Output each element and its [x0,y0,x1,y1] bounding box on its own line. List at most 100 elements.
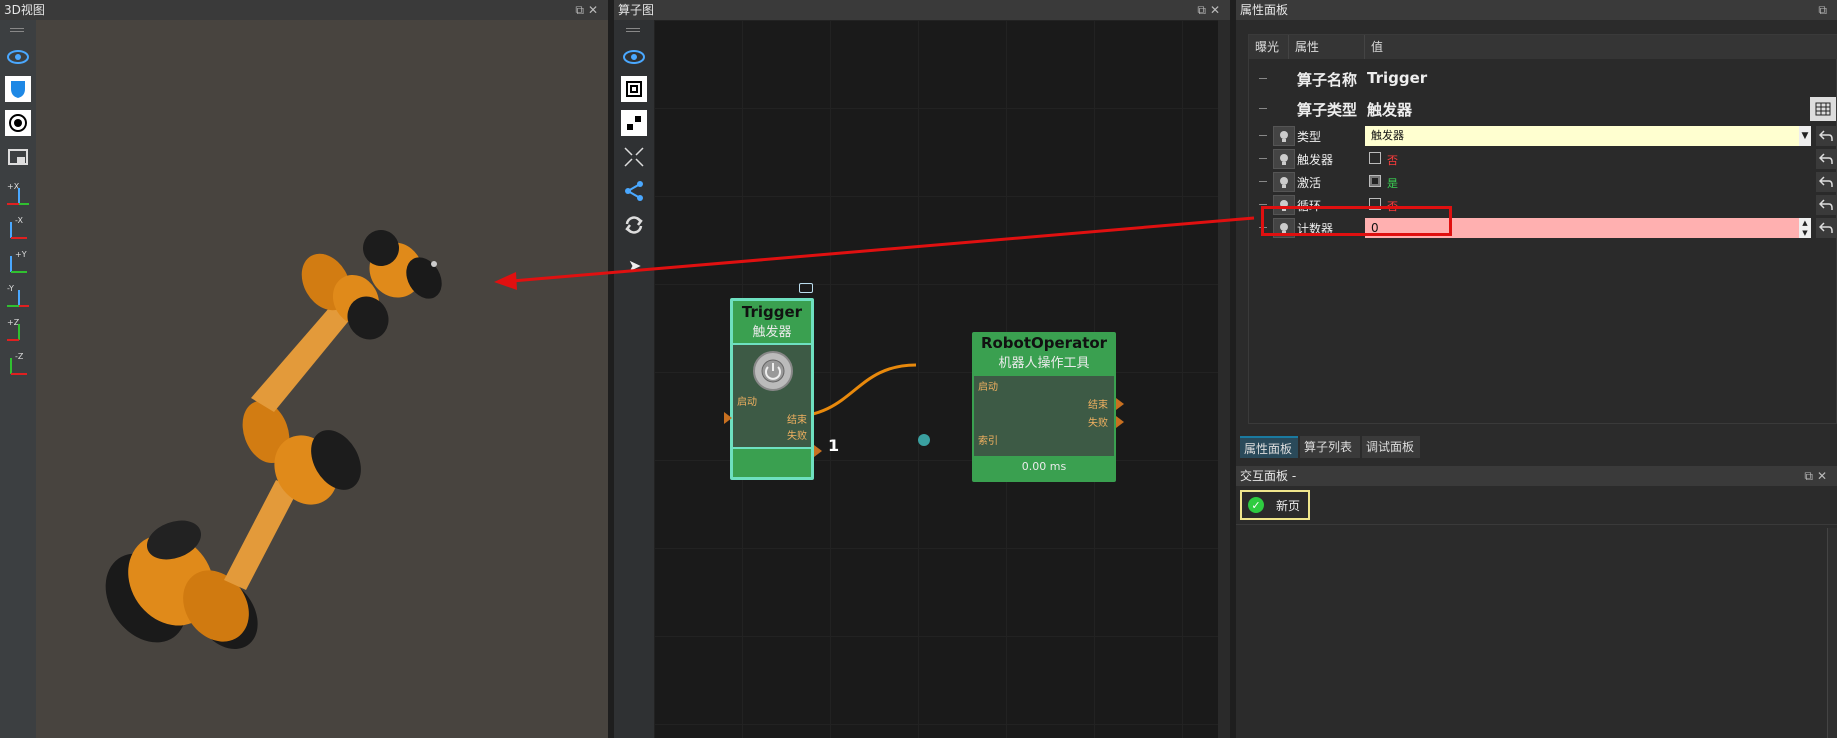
tab-operator-list[interactable]: 算子列表 [1300,436,1360,458]
tree-line [1259,158,1267,159]
chevron-down-icon[interactable]: ▼ [1799,126,1811,146]
robot-index-connector[interactable] [918,434,930,446]
interact-window-controls[interactable]: ⧉✕ [1804,466,1831,486]
share-icon[interactable] [621,178,647,204]
axis-plus-y-icon[interactable]: +Y [5,248,31,274]
svg-text:-X: -X [15,216,23,225]
close-icon[interactable]: ✕ [588,3,602,17]
robot-in-port[interactable]: 启动 [978,378,998,393]
trigger-out-fail-port[interactable]: 失败 [787,427,807,442]
trigger-node[interactable]: Trigger 触发器 启动 结束 失败 [730,283,814,480]
table-icon[interactable] [1810,97,1836,121]
robot-index-port[interactable]: 索引 [978,432,998,447]
undo-icon[interactable] [1816,172,1836,192]
lightbulb-icon[interactable] [1273,126,1295,146]
prop-label-type: 类型 [1297,130,1322,144]
target-icon[interactable] [5,110,31,136]
axis-minus-y-icon[interactable]: -Y [5,282,31,308]
view3d-title: 3D视图 [4,3,45,17]
operator-graph-panel: 算子图 ⧉✕ ➤ Trigger 触发器 启动 结束 失败 1 RobotOpe… [614,0,1230,738]
graph-canvas[interactable]: Trigger 触发器 启动 结束 失败 1 RobotOperator 机器人… [654,20,1230,738]
spinner-icon[interactable]: ▲ ▼ [1799,218,1811,238]
lightbulb-icon[interactable] [1273,149,1295,169]
fit-view-icon[interactable] [621,76,647,102]
operator-name-value: Trigger [1367,69,1428,87]
trigger-fail-arrow [814,445,822,457]
props-title-bar: 属性面板 ⧉ [1236,0,1837,20]
cursor-icon: ➤ [628,256,642,275]
svg-text:+Y: +Y [15,250,27,259]
robot-node-time: 0.00 ms [1021,460,1067,473]
svg-text:-Y: -Y [7,284,14,293]
check-mark [1372,178,1378,184]
trigger-checkbox[interactable] [1369,152,1381,164]
axis-plus-x-icon[interactable]: +X [5,180,31,206]
shield-icon[interactable] [5,76,31,102]
robot-end-arrow [1116,398,1124,410]
graph-scrollbar[interactable] [1218,20,1230,738]
robot-out-fail-port[interactable]: 失败 [1088,414,1108,429]
lightbulb-icon[interactable] [1273,172,1295,192]
view3d-window-controls[interactable]: ⧉✕ [575,0,602,20]
power-icon[interactable] [753,351,793,391]
robot-operator-node[interactable]: RobotOperator 机器人操作工具 启动 结束 失败 索引 0.00 m… [972,332,1116,482]
check-icon: ✓ [1248,497,1264,513]
type-dropdown[interactable]: 触发器 ▼ [1365,126,1811,146]
toolbar-grip[interactable] [626,28,640,32]
close-icon[interactable]: ✕ [1210,3,1224,17]
graph-window-controls[interactable]: ⧉✕ [1197,0,1224,20]
operator-type-label: 算子类型 [1297,101,1358,119]
screenshot-icon[interactable] [5,144,31,170]
tree-line [1259,78,1267,79]
interact-scrollbar[interactable] [1827,528,1837,738]
expand-icon[interactable] [621,144,647,170]
undo-icon[interactable] [1816,126,1836,146]
operator-type-row: 算子类型 触发器 [1249,95,1837,123]
undo-icon[interactable] [1816,218,1836,238]
svg-text:-Z: -Z [15,352,24,361]
tab-debug[interactable]: 调试面板 [1362,436,1420,458]
col-property[interactable]: 属性 [1289,35,1365,59]
comment-icon[interactable] [799,283,813,293]
prop-row-trigger: 触发器 否 [1249,148,1837,170]
prop-row-active: 激活 是 [1249,171,1837,193]
trigger-in-port[interactable]: 启动 [737,393,757,408]
view3d-toolbar: +X -X +Y -Y +Z -Z [0,20,36,738]
tree-line [1259,204,1267,205]
axis-minus-x-icon[interactable]: -X [5,214,31,240]
active-checkbox[interactable] [1369,175,1381,187]
close-icon[interactable]: ✕ [1817,469,1831,483]
divider [1236,524,1837,525]
axis-plus-z-icon[interactable]: +Z [5,316,31,342]
interact-title-bar: 交互面板 - ⧉✕ [1236,466,1837,486]
col-exposure[interactable]: 曝光 [1249,35,1289,59]
col-value[interactable]: 值 [1365,35,1837,59]
float-icon[interactable]: ⧉ [575,3,588,17]
view3d-canvas[interactable] [36,20,608,738]
props-window-controls[interactable]: ⧉ [1818,0,1831,20]
interact-title: 交互面板 - [1240,469,1297,483]
eye-icon[interactable] [5,44,31,70]
connection-count: 1 [828,436,840,455]
robot-out-end-port[interactable]: 结束 [1088,396,1108,411]
tab-properties[interactable]: 属性面板 [1240,436,1298,458]
eye-icon[interactable] [621,44,647,70]
operator-name-row: 算子名称 Trigger [1249,65,1837,93]
robot-node-title: RobotOperator [980,334,1108,352]
float-icon[interactable]: ⧉ [1197,3,1210,17]
undo-icon[interactable] [1816,195,1836,215]
new-page-button[interactable]: ✓ 新页 [1240,490,1310,520]
toolbar-grip[interactable] [10,28,24,32]
active-value: 是 [1387,177,1398,190]
refresh-icon[interactable] [621,212,647,238]
float-icon[interactable]: ⧉ [1818,3,1831,17]
robot-arm-model [105,230,442,650]
layout-icon[interactable] [621,110,647,136]
prop-label-active: 激活 [1297,176,1322,190]
float-icon[interactable]: ⧉ [1804,469,1817,483]
undo-icon[interactable] [1816,149,1836,169]
robot-fail-arrow [1116,416,1124,428]
trigger-out-end-port[interactable]: 结束 [787,411,807,426]
type-dropdown-value: 触发器 [1371,129,1404,142]
axis-minus-z-icon[interactable]: -Z [5,350,31,376]
